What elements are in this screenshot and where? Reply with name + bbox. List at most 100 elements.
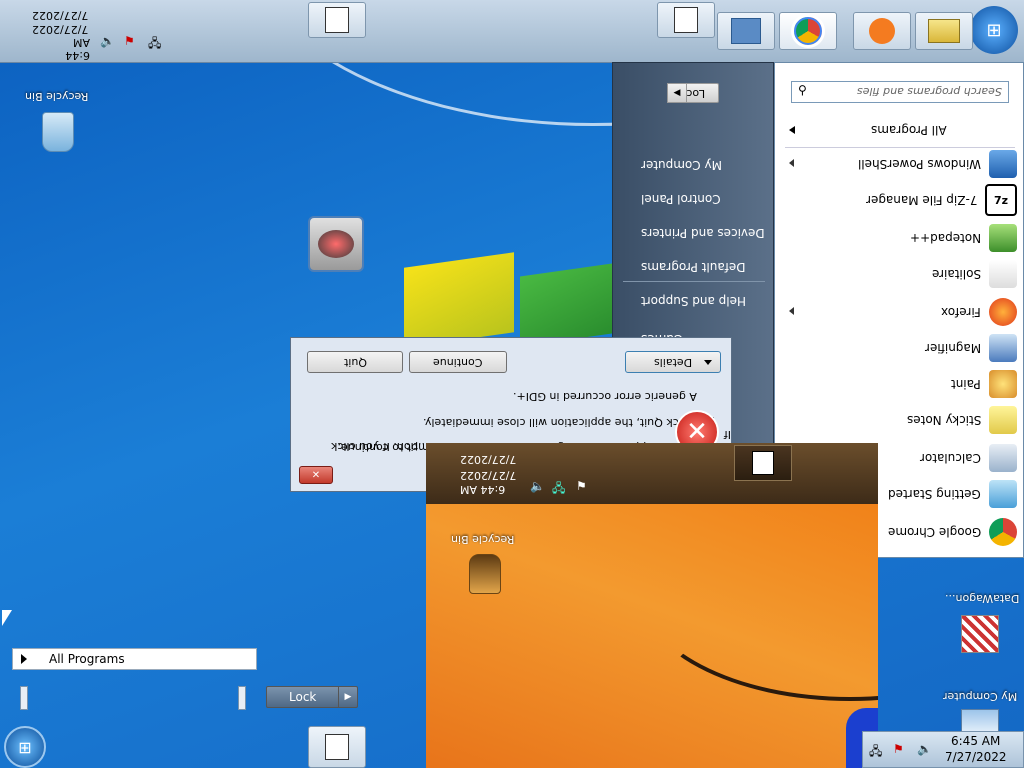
start-link-item[interactable]: My Computer	[613, 151, 775, 179]
program-label: 7-Zip File Manager	[865, 193, 977, 207]
start-link-label: Devices and Printers	[641, 226, 765, 240]
program-label: Calculator	[920, 451, 981, 465]
network-tray-icon[interactable]: 🖧	[869, 742, 882, 763]
top-tray-date1: 7/27/2022	[32, 23, 89, 36]
volume-icon[interactable]: 🔈	[917, 742, 932, 756]
7zip-icon: 7z	[985, 184, 1017, 216]
chevron-right-icon: ▶	[338, 687, 357, 707]
taskbar-app-button-1[interactable]	[657, 2, 715, 38]
start-link-item[interactable]: Help and Support	[613, 287, 775, 315]
firefox-icon	[989, 298, 1017, 326]
windows-logo-yellow	[404, 252, 514, 348]
top-taskbar: ⊞ 6:44 AM 7/27/2022 7/27/2022 🔈 ⚑ 🖧	[0, 0, 1024, 63]
orange-taskbar: 6:44 AM 7/27/2022 7/27/2022 🔈 🖧 ⚑	[426, 443, 878, 504]
details-button[interactable]: Details	[625, 351, 721, 373]
bottom-lock-button[interactable]: Lock ▶	[266, 686, 358, 708]
submenu-arrow-icon	[789, 159, 794, 167]
chrome-icon	[791, 14, 825, 48]
system-tray: 🖧 ⚑ 🔈 6:45 AM 7/27/2022	[862, 731, 1024, 768]
program-item[interactable]: Notepad++	[781, 221, 1017, 255]
bottom-all-programs[interactable]: All Programs	[12, 648, 257, 670]
start-link-label: Help and Support	[641, 294, 746, 308]
program-label: Firefox	[941, 305, 981, 319]
program-label: Windows PowerShell	[858, 157, 981, 171]
notepadpp-icon	[989, 224, 1017, 252]
top-tray: 6:44 AM 7/27/2022 7/27/2022 🔈 ⚑ 🖧	[0, 0, 165, 62]
volume-icon[interactable]: 🔈	[100, 34, 115, 48]
taskbar-media-button[interactable]	[853, 12, 911, 50]
sticky-notes-icon	[989, 406, 1017, 434]
dialog-message-4: ...tion. If you click	[331, 440, 429, 453]
divider	[623, 281, 765, 282]
search-icon: ⚲	[798, 83, 807, 97]
program-label: Notepad++	[909, 231, 981, 245]
document-icon	[325, 7, 349, 33]
start-link-label: Default Programs	[641, 260, 746, 274]
network-tray-icon[interactable]: 🖧	[552, 479, 565, 500]
top-tray-time: 6:44 AM	[65, 36, 90, 62]
start-link-label: Control Panel	[641, 192, 721, 206]
chrome-icon	[989, 518, 1017, 546]
datawagon-icon[interactable]	[958, 612, 1002, 656]
network-tray-icon[interactable]: 🖧	[148, 34, 161, 55]
taskbar-app-button-2[interactable]	[308, 2, 366, 38]
program-item[interactable]: 7-Zip File Manager 7z	[781, 183, 1017, 217]
start-link-item[interactable]: Default Programs	[613, 253, 775, 281]
chevron-up-icon	[704, 360, 712, 365]
recycle-bin-orange-label: Recycle Bin	[451, 533, 515, 546]
flag-icon[interactable]: ⚑	[124, 34, 135, 48]
taskbar-chrome-button[interactable]	[779, 12, 837, 50]
program-item[interactable]: Sticky Notes	[781, 403, 1017, 437]
all-programs-item[interactable]: All Programs	[781, 119, 1017, 141]
solitaire-icon	[989, 260, 1017, 288]
all-programs-label: All Programs	[49, 652, 125, 666]
taskbar-network-button[interactable]	[717, 12, 775, 50]
datawagon-label: DataWagon...	[944, 592, 1020, 605]
action-center-icon[interactable]: ⚑	[893, 742, 904, 756]
search-input[interactable]: Search programs and files ⚲	[791, 81, 1009, 103]
document-icon	[674, 7, 698, 33]
start-link-item[interactable]: Devices and Printers	[613, 219, 775, 247]
quit-button[interactable]: Quit	[307, 351, 403, 373]
network-icon	[731, 18, 761, 44]
recycle-bin-label: Recycle Bin	[25, 90, 89, 103]
arrow-left-icon	[789, 126, 795, 134]
program-item[interactable]: Firefox	[781, 295, 1017, 329]
taskbar-notes-button[interactable]	[915, 12, 973, 50]
app-shortcut-icon[interactable]	[308, 216, 364, 272]
tray-time[interactable]: 6:45 AM	[951, 734, 1000, 748]
program-item[interactable]: Magnifier	[781, 331, 1017, 365]
start-orb-icon[interactable]: ⊞	[970, 6, 1018, 54]
tray-date[interactable]: 7/27/2022	[945, 750, 1007, 764]
program-label: Paint	[951, 377, 981, 391]
recycle-bin-icon[interactable]	[38, 110, 78, 154]
paint-icon	[989, 370, 1017, 398]
program-item[interactable]: Windows PowerShell	[781, 147, 1017, 181]
program-label: Magnifier	[924, 341, 981, 355]
action-center-icon[interactable]: ⚑	[576, 479, 587, 493]
orange-tray: 6:44 AM 7/27/2022 7/27/2022 🔈 🖧 ⚑	[426, 443, 591, 501]
recycle-bin-orange-icon[interactable]	[468, 553, 502, 595]
program-item[interactable]: Paint	[781, 367, 1017, 401]
orange-tray-date1: 7/27/2022	[460, 469, 517, 482]
bottom-taskbar-app-button[interactable]	[308, 726, 366, 768]
program-label: Google Chrome	[887, 525, 981, 539]
document-icon	[325, 734, 349, 760]
orange-tray-date2: 7/27/2022	[460, 453, 517, 466]
windows-logo-green	[520, 263, 612, 347]
bottom-slider-right[interactable]	[238, 686, 246, 710]
magnifier-icon	[989, 334, 1017, 362]
wallpaper-swoosh-dark	[636, 473, 878, 701]
submenu-arrow-icon	[789, 307, 794, 315]
bottom-slider-left[interactable]	[20, 686, 28, 710]
start-orb-icon[interactable]: ⊞	[4, 726, 46, 768]
start-link-item[interactable]: Control Panel	[613, 185, 775, 213]
close-icon[interactable]: ✕	[299, 466, 333, 484]
volume-icon[interactable]: 🔈	[530, 479, 545, 493]
continue-button[interactable]: Continue	[409, 351, 507, 373]
program-item[interactable]: Solitaire	[781, 257, 1017, 291]
orange-taskbar-app-button[interactable]	[734, 445, 792, 481]
shutdown-options-button[interactable]: ◀	[667, 83, 687, 103]
orange-tray-time: 6:44 AM	[460, 483, 506, 496]
start-link-label: My Computer	[641, 158, 722, 172]
